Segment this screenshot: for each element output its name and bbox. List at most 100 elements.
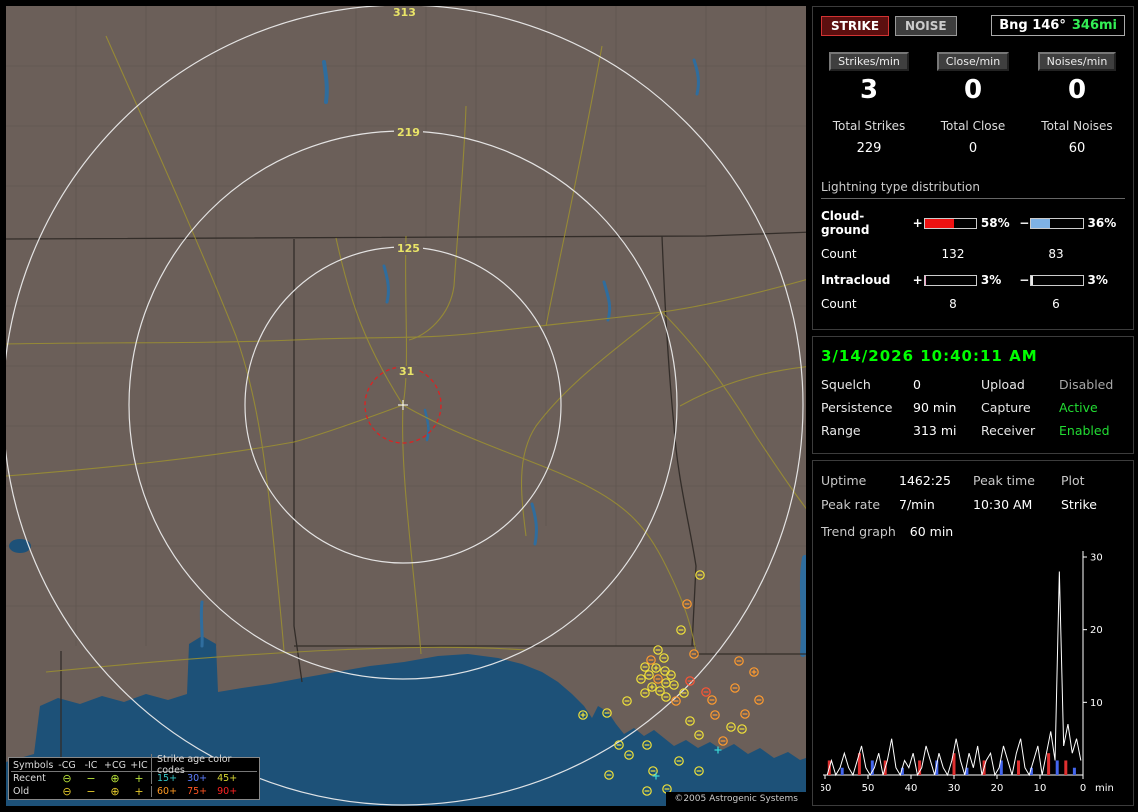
receiver-value: Enabled (1059, 423, 1110, 438)
upload-label: Upload (981, 377, 1025, 392)
distribution-header: Lightning type distribution (821, 180, 1125, 199)
trend-section: Uptime 1462:25 Peak time Plot Peak rate … (812, 460, 1134, 806)
peak-rate-value: 7/min (899, 497, 935, 512)
ic-plus-percent: 3% (980, 273, 1002, 287)
noises-per-min-button[interactable]: Noises/min (1037, 52, 1117, 71)
neg-ic-old-icon: − (86, 785, 96, 798)
close-per-min-button[interactable]: Close/min (936, 52, 1010, 71)
ic-count-label: Count (821, 297, 857, 311)
svg-text:30: 30 (1090, 553, 1103, 564)
intracloud-label: Intracloud (821, 273, 891, 287)
radar-map[interactable]: 313 219 125 31 Symbols -CG -IC +CG +IC S… (6, 6, 806, 806)
cg-minus-count: 83 (1048, 247, 1064, 261)
legend-col-pos-cg: +CG (104, 759, 126, 771)
peak-time-value: 10:30 AM (973, 497, 1033, 512)
range-value: 313 mi (913, 423, 957, 438)
age-code: 45+ (217, 773, 238, 784)
capture-value: Active (1059, 400, 1098, 415)
bearing-display: Bng 146° 346mi (991, 15, 1125, 36)
age-code: 30+ (187, 773, 208, 784)
minus-sign: − (1019, 273, 1030, 287)
datetime-display: 3/14/2026 10:40:11 AM (821, 347, 1038, 365)
ic-minus-percent: 3% (1087, 273, 1108, 287)
svg-text:10: 10 (1034, 783, 1047, 794)
uptime-value: 1462:25 (899, 473, 951, 488)
ic-plus-count: 8 (949, 297, 957, 311)
cg-plus-percent: 58% (980, 216, 1010, 230)
svg-text:20: 20 (991, 783, 1004, 794)
plot-value: Strike (1061, 497, 1097, 512)
counters-section: STRIKE NOISE Bng 146° 346mi Strikes/min 3… (812, 6, 1134, 330)
pos-cg-old-icon: ⊕ (110, 785, 120, 798)
bearing-range-value: 346mi (1071, 18, 1117, 33)
age-code: 15+ (157, 773, 178, 784)
svg-text:10: 10 (1090, 698, 1103, 709)
persistence-label: Persistence (821, 400, 893, 415)
svg-text:20: 20 (1090, 625, 1103, 636)
map-legend: Symbols -CG -IC +CG +IC Strike age color… (8, 754, 260, 800)
range-ring-label: 219 (394, 127, 423, 139)
legend-col-neg-ic: -IC (84, 759, 98, 771)
pos-ic-old-icon: + (134, 785, 144, 798)
strikes-per-min-button[interactable]: Strikes/min (829, 52, 909, 71)
svg-text:60: 60 (821, 783, 831, 794)
legend-col-neg-cg: -CG (58, 759, 76, 771)
peak-rate-label: Peak rate (821, 497, 881, 512)
copyright-text: ©2005 Astrogenic Systems (666, 792, 806, 806)
cg-count-label: Count (821, 247, 857, 261)
squelch-label: Squelch (821, 377, 871, 392)
side-panel: STRIKE NOISE Bng 146° 346mi Strikes/min 3… (812, 6, 1134, 806)
neg-ic-recent-icon: − (86, 772, 96, 785)
total-noises-value: 60 (1068, 141, 1086, 156)
cg-plus-count: 132 (941, 247, 965, 261)
total-strikes-label: Total Strikes (832, 119, 906, 133)
range-label: Range (821, 423, 861, 438)
legend-recent-label: Recent (13, 773, 46, 784)
trend-graph-label: Trend graph (821, 524, 896, 539)
cg-minus-percent: 36% (1087, 216, 1117, 230)
persistence-value: 90 min (913, 400, 957, 415)
pos-ic-recent-icon: + (134, 772, 144, 785)
capture-label: Capture (981, 400, 1031, 415)
svg-text:30: 30 (948, 783, 961, 794)
bearing-label: Bng 146° (999, 18, 1066, 33)
svg-text:0: 0 (1080, 783, 1086, 794)
cloud-ground-label: Cloud-ground (821, 209, 870, 237)
age-code: 75+ (187, 786, 208, 797)
plot-label: Plot (1061, 473, 1085, 488)
receiver-label: Receiver (981, 423, 1036, 438)
uptime-label: Uptime (821, 473, 867, 488)
svg-text:min: min (1095, 783, 1114, 794)
squelch-value: 0 (913, 377, 921, 392)
noises-per-min-value: 0 (1067, 75, 1087, 105)
plus-sign: + (912, 216, 923, 230)
plus-sign: + (912, 273, 923, 287)
range-ring-label: 125 (394, 243, 423, 255)
minus-sign: − (1019, 216, 1030, 230)
total-close-label: Total Close (940, 119, 1006, 133)
svg-text:40: 40 (905, 783, 918, 794)
range-ring-label: 313 (390, 7, 419, 19)
noise-toggle-button[interactable]: NOISE (895, 15, 957, 36)
strike-toggle-button[interactable]: STRIKE (821, 15, 890, 36)
ic-minus-bar (1030, 274, 1084, 286)
trend-graph-value: 60 min (909, 524, 954, 539)
total-close-value: 0 (968, 141, 978, 156)
trend-graph: 10 20 30 60 50 40 30 20 10 0 min (821, 551, 1114, 794)
ic-plus-bar (923, 274, 977, 286)
peak-time-label: Peak time (973, 473, 1035, 488)
ic-minus-count: 6 (1052, 297, 1060, 311)
cg-plus-bar (923, 217, 977, 229)
status-section: 3/14/2026 10:40:11 AM Squelch 0 Upload D… (812, 336, 1134, 454)
age-code: 60+ (157, 786, 178, 797)
cg-minus-bar (1030, 217, 1084, 229)
age-code: 90+ (217, 786, 238, 797)
neg-cg-old-icon: ⊖ (62, 785, 72, 798)
range-ring-label: 31 (396, 366, 418, 378)
neg-cg-recent-icon: ⊖ (62, 772, 72, 785)
close-per-min-value: 0 (963, 75, 983, 105)
legend-col-pos-ic: +IC (130, 759, 148, 771)
total-noises-label: Total Noises (1041, 119, 1113, 133)
strikes-per-min-value: 3 (859, 75, 879, 105)
upload-value: Disabled (1059, 377, 1114, 392)
